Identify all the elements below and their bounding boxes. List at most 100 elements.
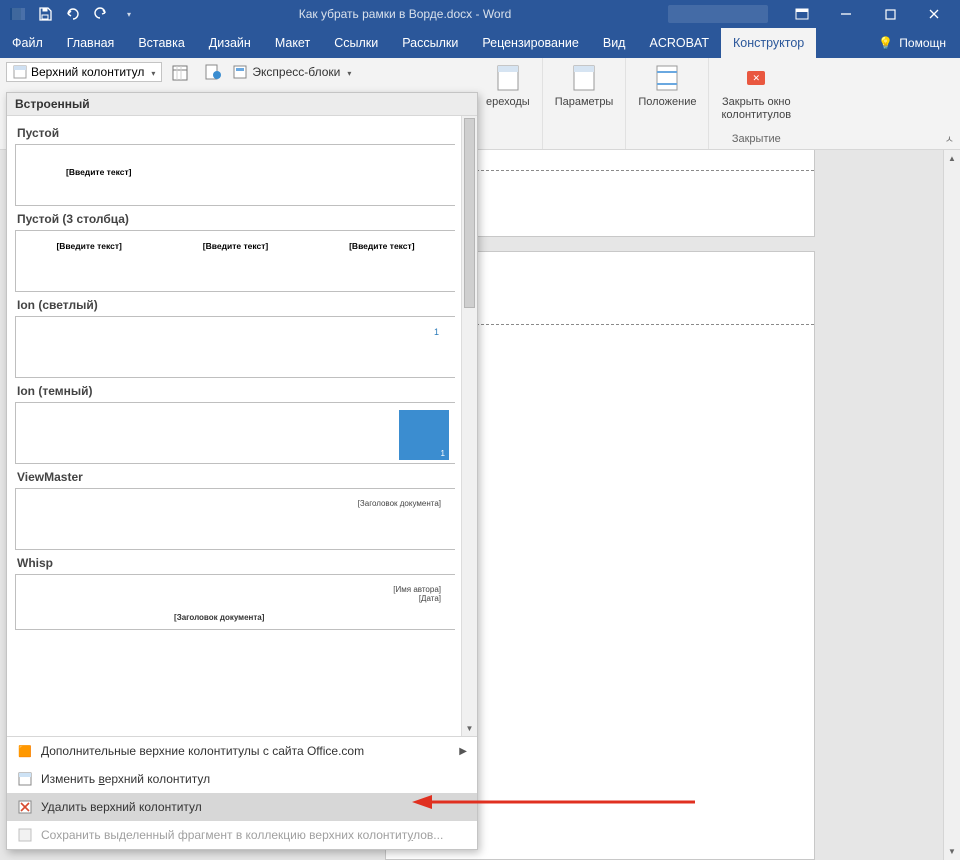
doc-info-icon — [204, 63, 222, 81]
cmd-label: Сохранить выделенный фрагмент в коллекци… — [41, 828, 443, 842]
date-placeholder: [Дата] — [419, 594, 441, 603]
help-label: Помощн — [899, 36, 946, 50]
tell-me[interactable]: 💡 Помощн — [864, 28, 960, 58]
gallery-item-ion-light[interactable]: 1 — [15, 316, 455, 378]
group-position: Положение — [626, 58, 709, 149]
redo-icon[interactable] — [88, 1, 114, 27]
cmd-more-office[interactable]: 🟧 Дополнительные верхние колонтитулы с с… — [7, 737, 477, 765]
placeholder-text: [Введите текст] — [56, 241, 121, 251]
transitions-label: ереходы — [486, 96, 530, 109]
scroll-up-icon[interactable]: ▲ — [944, 150, 960, 167]
close-section-label: Закрытие — [732, 133, 781, 147]
ribbon-tabs: Файл Главная Вставка Дизайн Макет Ссылки… — [0, 28, 960, 58]
cmd-label: Дополнительные верхние колонтитулы с сай… — [41, 744, 364, 758]
gallery-item-3col[interactable]: [Введите текст] [Введите текст] [Введите… — [15, 230, 455, 292]
date-time-button[interactable] — [172, 63, 194, 81]
tab-layout[interactable]: Макет — [263, 28, 322, 58]
tab-references[interactable]: Ссылки — [322, 28, 390, 58]
vertical-scrollbar[interactable]: ▲ ▼ — [943, 150, 960, 860]
gallery-scrollbar[interactable]: ▲ ▼ — [461, 116, 477, 736]
chevron-down-icon — [344, 65, 351, 79]
tab-home[interactable]: Главная — [55, 28, 127, 58]
tab-review[interactable]: Рецензирование — [470, 28, 591, 58]
gallery-item-title: Whisp — [15, 550, 475, 574]
cmd-save-selection: Сохранить выделенный фрагмент в коллекци… — [7, 821, 477, 849]
gallery-item-title: Ion (темный) — [15, 378, 475, 402]
scroll-down-icon[interactable]: ▼ — [462, 720, 477, 736]
close-label2: колонтитулов — [721, 109, 791, 121]
gallery-item-title: ViewMaster — [15, 464, 475, 488]
collapse-ribbon-icon[interactable]: ㅅ — [945, 131, 954, 146]
params-label: Параметры — [555, 96, 614, 109]
cmd-edit-header[interactable]: Изменить верхний колонтитул — [7, 765, 477, 793]
close-label1: Закрыть окно — [722, 96, 791, 108]
gallery-commands: 🟧 Дополнительные верхние колонтитулы с с… — [7, 736, 477, 849]
gallery-item-title: Ion (светлый) — [15, 292, 475, 316]
page-number: 1 — [434, 327, 439, 337]
date-icon — [172, 63, 194, 81]
page-number: 1 — [441, 449, 445, 458]
position-label: Положение — [638, 96, 696, 109]
cmd-label: Изменить верхний колонтитул — [41, 772, 210, 786]
header-gallery: Встроенный Пустой [Введите текст] Пустой… — [6, 92, 478, 850]
gallery-item-viewmaster[interactable]: [Заголовок документа] — [15, 488, 455, 550]
gallery-item-empty[interactable]: [Введите текст] — [15, 144, 455, 206]
placeholder-text: [Введите текст] — [203, 241, 268, 251]
tab-design[interactable]: Дизайн — [197, 28, 263, 58]
page-header-icon — [13, 65, 27, 79]
placeholder-text: [Введите текст] — [349, 241, 414, 251]
minimize-button[interactable] — [824, 0, 868, 28]
group-params: Параметры — [543, 58, 627, 149]
express-icon — [232, 64, 248, 80]
group-close: ✕ Закрыть окноколонтитулов Закрытие — [709, 58, 803, 149]
account-area[interactable] — [668, 5, 768, 23]
tab-acrobat[interactable]: ACROBAT — [637, 28, 721, 58]
chevron-down-icon — [148, 65, 155, 79]
tab-insert[interactable]: Вставка — [126, 28, 196, 58]
cmd-label: Удалить верхний колонтитул — [41, 800, 202, 814]
transitions-icon[interactable] — [492, 62, 524, 94]
gallery-item-title: Пустой (3 столбца) — [15, 206, 475, 230]
close-header-icon[interactable]: ✕ — [740, 62, 772, 94]
gallery-scroll-area[interactable]: Пустой [Введите текст] Пустой (3 столбца… — [7, 116, 477, 736]
tab-mailings[interactable]: Рассылки — [390, 28, 470, 58]
undo-icon[interactable] — [60, 1, 86, 27]
chevron-right-icon: ▶ — [459, 746, 467, 757]
doc-title-placeholder: [Заголовок документа] — [174, 613, 264, 622]
ribbon-display-options[interactable] — [780, 0, 824, 28]
close-button[interactable] — [912, 0, 956, 28]
header-dropdown-label: Верхний колонтитул — [31, 65, 144, 79]
header-dropdown[interactable]: Верхний колонтитул — [6, 62, 162, 82]
cmd-remove-header[interactable]: Удалить верхний колонтитул — [7, 793, 477, 821]
tab-constructor[interactable]: Конструктор — [721, 28, 816, 58]
placeholder-text: [Введите текст] — [66, 167, 131, 177]
scroll-down-icon[interactable]: ▼ — [944, 843, 960, 860]
office-icon: 🟧 — [17, 743, 33, 759]
express-blocks-button[interactable]: Экспресс-блоки — [232, 64, 351, 80]
window-title: Как убрать рамки в Ворде.docx - Word — [142, 7, 668, 21]
placeholder-text: [Заголовок документа] — [358, 499, 441, 508]
tab-file[interactable]: Файл — [0, 28, 55, 58]
annotation-arrow — [410, 793, 700, 811]
close-x-icon: ✕ — [747, 71, 765, 85]
title-bar: ▾ Как убрать рамки в Ворде.docx - Word — [0, 0, 960, 28]
bulb-icon: 💡 — [878, 36, 893, 50]
word-app-icon — [4, 1, 30, 27]
author-placeholder: [Имя автора] — [393, 585, 441, 594]
express-label: Экспресс-блоки — [252, 65, 340, 79]
scrollbar-thumb[interactable] — [464, 118, 475, 308]
maximize-button[interactable] — [868, 0, 912, 28]
save-selection-icon — [17, 827, 33, 843]
tab-view[interactable]: Вид — [591, 28, 638, 58]
qat-customize-icon[interactable]: ▾ — [116, 1, 142, 27]
position-icon[interactable] — [651, 62, 683, 94]
save-icon[interactable] — [32, 1, 58, 27]
group-navigation: ереходы — [474, 58, 543, 149]
remove-header-icon — [17, 799, 33, 815]
gallery-section-label: Встроенный — [7, 93, 477, 116]
doc-info-button[interactable] — [204, 63, 222, 81]
gallery-item-ion-dark[interactable]: 1 — [15, 402, 455, 464]
params-icon[interactable] — [568, 62, 600, 94]
gallery-item-whisp[interactable]: [Имя автора] [Дата] [Заголовок документа… — [15, 574, 455, 630]
gallery-item-title: Пустой — [15, 120, 475, 144]
